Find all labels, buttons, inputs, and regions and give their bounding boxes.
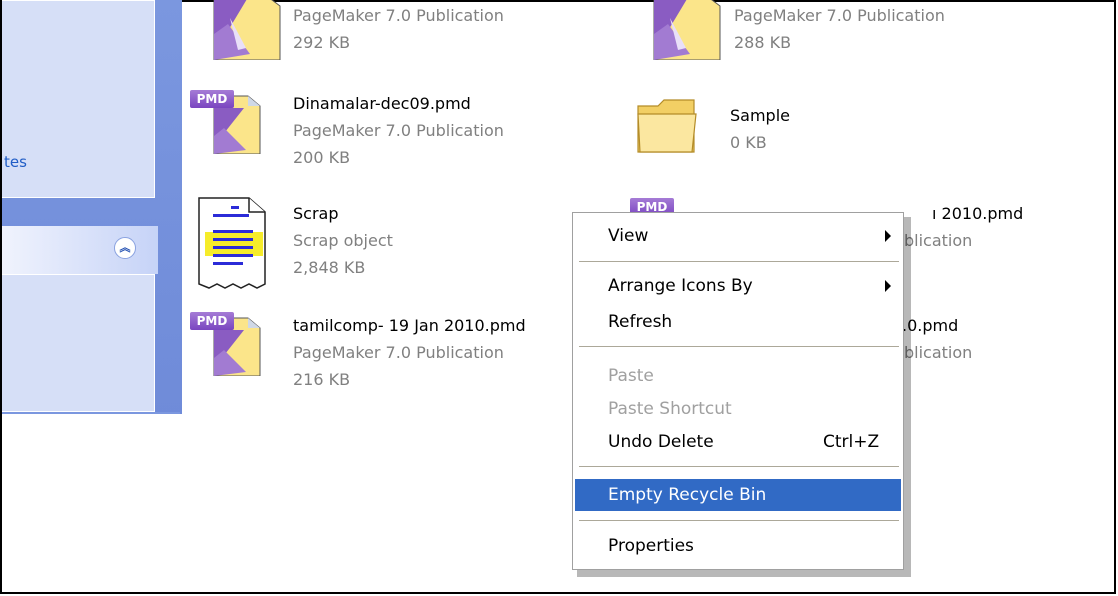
- file-item[interactable]: .0.pmd blication: [902, 312, 1042, 392]
- task-pane-link[interactable]: tes: [4, 153, 27, 171]
- file-size: 0 KB: [730, 133, 767, 152]
- file-size: 200 KB: [293, 148, 351, 167]
- menu-item-label: Properties: [608, 536, 694, 556]
- file-size: 292 KB: [293, 33, 351, 52]
- menu-item-label: Paste: [608, 366, 654, 386]
- file-item[interactable]: PageMaker 7.0 Publication 292 KB: [207, 0, 587, 70]
- file-size: 216 KB: [293, 370, 351, 389]
- menu-item-label: Arrange Icons By: [608, 276, 753, 296]
- file-type: PageMaker 7.0 Publication: [734, 6, 945, 25]
- file-name: Dinamalar-dec09.pmd: [293, 94, 471, 113]
- folder-item[interactable]: Sample 0 KB: [634, 94, 934, 174]
- file-size: 2,848 KB: [293, 258, 366, 277]
- file-type: PageMaker 7.0 Publication: [293, 6, 504, 25]
- file-item[interactable]: Scrap Scrap object 2,848 KB: [195, 192, 575, 292]
- menu-item-label: Paste Shortcut: [608, 399, 732, 419]
- file-size: 288 KB: [734, 33, 792, 52]
- pmd-badge: PMD: [190, 90, 234, 108]
- double-chevron-up-icon[interactable]: ︽: [114, 237, 136, 259]
- submenu-arrow-icon: [885, 230, 891, 242]
- menu-item-properties[interactable]: Properties: [575, 531, 901, 561]
- pagemaker-file-icon: [213, 0, 281, 60]
- menu-item-undo-delete[interactable]: Undo Delete Ctrl+Z: [575, 427, 901, 457]
- file-type: PageMaker 7.0 Publication: [293, 121, 504, 140]
- task-pane-section-body: [2, 274, 155, 412]
- folder-icon: [637, 99, 697, 153]
- file-type: Scrap object: [293, 231, 393, 250]
- file-name: Sample: [730, 106, 790, 125]
- explorer-window: tes ︽ PageMaker 7.0 Publication 292 KB P…: [0, 0, 1116, 594]
- pmd-badge: PMD: [190, 312, 234, 330]
- pagemaker-file-icon: PMD: [190, 312, 262, 378]
- menu-item-label: Undo Delete: [608, 432, 714, 452]
- file-item[interactable]: PMD Dinamalar-dec09.pmd PageMaker 7.0 Pu…: [190, 90, 570, 180]
- file-name: ı 2010.pmd: [932, 204, 1024, 223]
- menu-item-empty-recycle-bin[interactable]: Empty Recycle Bin: [575, 479, 901, 511]
- menu-item-label: View: [608, 226, 649, 246]
- pagemaker-file-icon: PMD: [190, 90, 262, 156]
- pagemaker-file-icon: [653, 0, 721, 60]
- menu-item-shortcut: Ctrl+Z: [823, 432, 880, 452]
- menu-separator: [579, 261, 899, 263]
- menu-separator: [579, 346, 899, 348]
- menu-item-paste[interactable]: Paste: [575, 361, 901, 391]
- menu-separator: [579, 520, 899, 522]
- file-type: blication: [904, 343, 973, 362]
- file-name: tamilcomp- 19 Jan 2010.pmd: [293, 316, 526, 335]
- file-type: blication: [904, 231, 973, 250]
- file-type: PageMaker 7.0 Publication: [293, 343, 504, 362]
- menu-item-refresh[interactable]: Refresh: [575, 307, 901, 337]
- task-pane: tes ︽: [2, 0, 182, 592]
- menu-item-arrange-icons-by[interactable]: Arrange Icons By: [575, 271, 901, 301]
- task-pane-section: tes: [2, 0, 155, 198]
- file-item[interactable]: PMD tamilcomp- 19 Jan 2010.pmd PageMaker…: [190, 312, 580, 402]
- file-item[interactable]: PageMaker 7.0 Publication 288 KB: [646, 0, 1026, 70]
- menu-item-label: Refresh: [608, 312, 673, 332]
- scrap-icon: [198, 197, 266, 289]
- menu-separator: [579, 466, 899, 468]
- menu-item-label: Empty Recycle Bin: [608, 485, 767, 505]
- submenu-arrow-icon: [885, 280, 891, 292]
- menu-item-view[interactable]: View: [575, 221, 901, 251]
- file-name: Scrap: [293, 204, 339, 223]
- context-menu: View Arrange Icons By Refresh Paste Past…: [572, 212, 904, 570]
- task-pane-blank: [2, 414, 182, 592]
- menu-item-paste-shortcut[interactable]: Paste Shortcut: [575, 394, 901, 424]
